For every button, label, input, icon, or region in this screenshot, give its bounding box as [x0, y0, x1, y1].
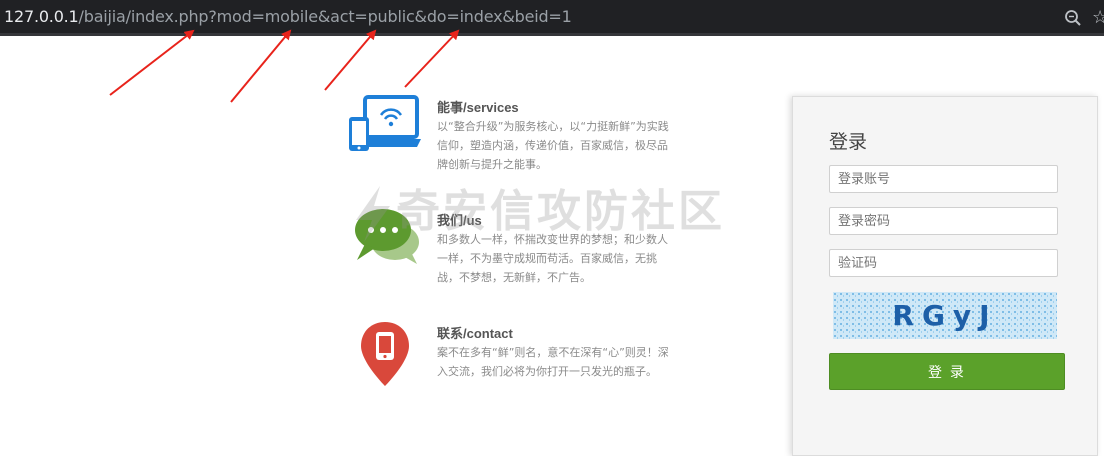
login-button[interactable]: 登 录: [829, 353, 1065, 390]
arrow-do: [324, 29, 377, 91]
url-path: /baijia/index.php?mod=mobile&act=public&…: [78, 7, 572, 26]
devices-wifi-icon: [349, 95, 421, 151]
watermark-text: 奇安信攻防社区: [396, 187, 725, 236]
star-icon[interactable]: ☆: [1092, 6, 1104, 28]
feature-contact: 联系/contact 案不在多有“鲜”则名，意不在深有“心”则灵！深入交流，我们…: [345, 322, 695, 393]
url-field[interactable]: 127.0.0.1/baijia/index.php?mod=mobile&ac…: [4, 7, 572, 26]
arrow-beid: [404, 29, 460, 88]
captcha-text: RGyJ: [892, 299, 997, 332]
url-host: 127.0.0.1: [4, 7, 79, 26]
feature-contact-title: 联系/contact: [437, 326, 513, 341]
feature-contact-desc: 案不在多有“鲜”则名，意不在深有“心”则灵！深入交流，我们必将为你打开一只发光的…: [437, 346, 669, 378]
zoom-icon[interactable]: [1063, 8, 1083, 28]
captcha-image[interactable]: RGyJ: [833, 292, 1057, 339]
phone-pin-icon: [361, 322, 409, 386]
password-input[interactable]: [829, 207, 1058, 235]
login-title: 登录: [829, 132, 868, 153]
account-input[interactable]: [829, 165, 1058, 193]
arrow-mod: [109, 29, 195, 96]
feature-services-title: 能事/services: [437, 100, 519, 115]
watermark-logo-icon: [356, 186, 390, 243]
feature-services: 能事/services 以“整合升级”为服务核心，以“力挺新鲜”为实践信仰，塑造…: [345, 95, 695, 177]
browser-address-bar: 127.0.0.1/baijia/index.php?mod=mobile&ac…: [0, 0, 1104, 36]
arrow-act: [230, 29, 292, 103]
captcha-input[interactable]: [829, 249, 1058, 277]
watermark: 奇安信攻防社区: [350, 175, 725, 244]
feature-services-desc: 以“整合升级”为服务核心，以“力挺新鲜”为实践信仰，塑造内涵，传递价值，百家威信…: [437, 120, 669, 171]
login-panel: 登录 RGyJ 登 录: [792, 96, 1098, 456]
